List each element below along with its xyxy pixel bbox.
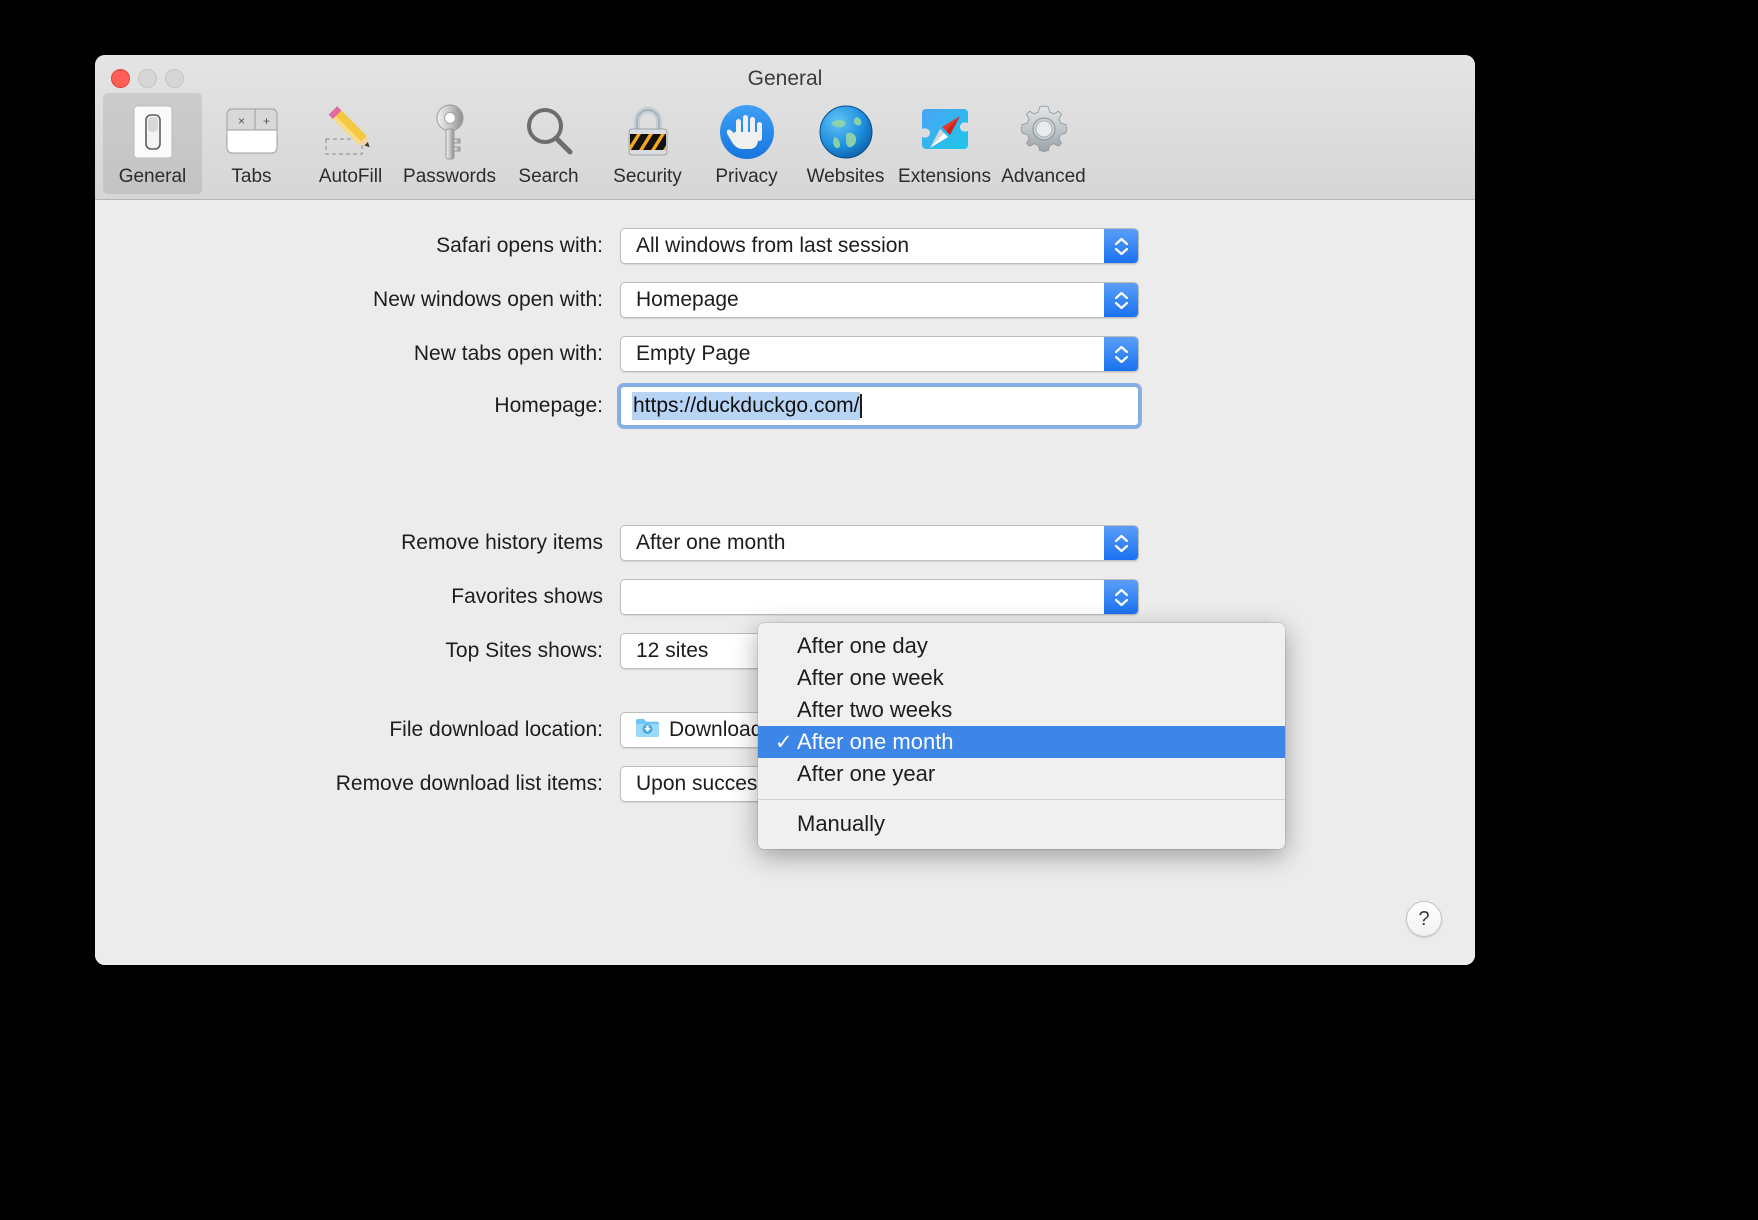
tab-websites-label: Websites	[798, 166, 893, 188]
toolbar: General General	[95, 55, 1475, 200]
svg-text:×: ×	[238, 114, 245, 128]
menu-item-label: After one year	[797, 761, 935, 787]
new-tabs-open-stepper[interactable]	[1104, 337, 1138, 371]
menu-item-after-one-week[interactable]: After one week	[758, 662, 1285, 694]
menu-item-after-two-weeks[interactable]: After two weeks	[758, 694, 1285, 726]
new-windows-open-value: Homepage	[621, 288, 739, 312]
magnifier-icon	[501, 101, 596, 163]
row-new-tabs-open-with: New tabs open with: Empty Page	[95, 336, 1139, 372]
new-windows-open-label: New windows open with:	[95, 288, 620, 312]
preferences-window: General General	[95, 55, 1475, 965]
tab-search-label: Search	[501, 166, 596, 188]
favorites-shows-stepper[interactable]	[1104, 580, 1138, 614]
tab-tabs-label: Tabs	[204, 166, 299, 188]
tab-websites[interactable]: Websites	[796, 93, 895, 194]
menu-item-after-one-month[interactable]: ✓ After one month	[758, 726, 1285, 758]
tab-autofill[interactable]: AutoFill	[301, 93, 400, 194]
download-location-label: File download location:	[95, 718, 620, 742]
top-sites-shows-label: Top Sites shows:	[95, 639, 620, 663]
tab-privacy-label: Privacy	[699, 166, 794, 188]
padlock-icon	[600, 101, 695, 163]
safari-opens-with-popup[interactable]: All windows from last session	[620, 228, 1139, 264]
menu-item-label: After one day	[797, 633, 928, 659]
autofill-pencil-icon	[303, 101, 398, 163]
row-homepage: Homepage: https://duckduckgo.com/	[95, 388, 1139, 424]
key-icon	[402, 101, 497, 163]
tab-extensions[interactable]: Extensions	[895, 93, 994, 194]
window-title: General	[95, 67, 1475, 91]
tab-tabs[interactable]: × + Tabs	[202, 93, 301, 194]
tab-advanced-label: Advanced	[996, 166, 1091, 188]
preferences-content: Safari opens with: All windows from last…	[95, 200, 1475, 965]
tab-security[interactable]: Security	[598, 93, 697, 194]
tab-search[interactable]: Search	[499, 93, 598, 194]
safari-opens-with-value: All windows from last session	[621, 234, 909, 258]
menu-separator	[758, 799, 1285, 800]
tab-extensions-label: Extensions	[897, 166, 992, 188]
gear-icon	[996, 101, 1091, 163]
tabs-icon: × +	[204, 101, 299, 163]
homepage-input[interactable]: https://duckduckgo.com/	[620, 386, 1139, 426]
safari-opens-with-stepper[interactable]	[1104, 229, 1138, 263]
menu-item-after-one-day[interactable]: After one day	[758, 630, 1285, 662]
menu-item-label: Manually	[797, 811, 885, 837]
tab-privacy[interactable]: Privacy	[697, 93, 796, 194]
homepage-selected-text: https://duckduckgo.com/	[632, 392, 860, 420]
favorites-shows-label: Favorites shows	[95, 585, 620, 609]
new-tabs-open-popup[interactable]: Empty Page	[620, 336, 1139, 372]
tab-general[interactable]: General	[103, 93, 202, 194]
remove-history-stepper[interactable]	[1104, 526, 1138, 560]
new-windows-open-stepper[interactable]	[1104, 283, 1138, 317]
tab-passwords-label: Passwords	[402, 166, 497, 188]
checkmark-icon: ✓	[775, 730, 797, 755]
tab-passwords[interactable]: Passwords	[400, 93, 499, 194]
tab-security-label: Security	[600, 166, 695, 188]
tab-general-label: General	[105, 166, 200, 188]
menu-item-manually[interactable]: Manually	[758, 808, 1285, 840]
safari-opens-with-label: Safari opens with:	[95, 234, 620, 258]
homepage-label: Homepage:	[95, 394, 620, 418]
row-favorites-shows: Favorites shows	[95, 579, 1139, 615]
row-remove-history-items: Remove history items After one month	[95, 525, 1139, 561]
remove-history-value: After one month	[621, 531, 785, 555]
new-tabs-open-value: Empty Page	[621, 342, 750, 366]
remove-history-dropdown-menu[interactable]: After one day After one week After two w…	[758, 623, 1285, 849]
general-switch-icon	[105, 101, 200, 163]
remove-history-label: Remove history items	[95, 531, 620, 555]
text-caret	[860, 394, 862, 418]
menu-item-label: After one week	[797, 665, 944, 691]
menu-item-after-one-year[interactable]: After one year	[758, 758, 1285, 790]
puzzle-compass-icon	[897, 101, 992, 163]
tab-advanced[interactable]: Advanced	[994, 93, 1093, 194]
row-new-windows-open-with: New windows open with: Homepage	[95, 282, 1139, 318]
favorites-shows-popup[interactable]	[620, 579, 1139, 615]
new-windows-open-popup[interactable]: Homepage	[620, 282, 1139, 318]
svg-text:+: +	[263, 114, 270, 128]
row-safari-opens-with: Safari opens with: All windows from last…	[95, 228, 1139, 264]
hand-icon	[699, 101, 794, 163]
menu-item-label: After one month	[797, 729, 954, 755]
remove-history-popup[interactable]: After one month	[620, 525, 1139, 561]
downloads-folder-icon	[635, 717, 660, 743]
toolbar-tabs: General × + Tabs	[103, 93, 1093, 194]
globe-icon	[798, 101, 893, 163]
tab-autofill-label: AutoFill	[303, 166, 398, 188]
top-sites-shows-value: 12 sites	[621, 639, 708, 663]
help-icon[interactable]: ?	[1406, 901, 1442, 937]
remove-download-list-label: Remove download list items:	[95, 772, 620, 796]
new-tabs-open-label: New tabs open with:	[95, 342, 620, 366]
menu-item-label: After two weeks	[797, 697, 952, 723]
